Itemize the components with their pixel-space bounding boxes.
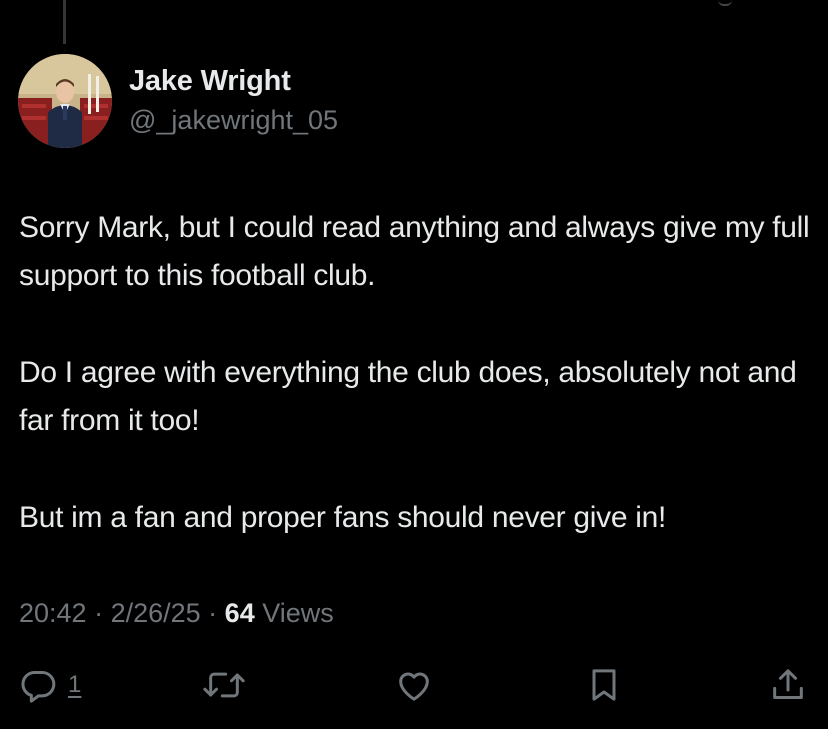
tweet-time[interactable]: 20:42 — [19, 598, 87, 628]
author-handle[interactable]: @_jakewright_05 — [129, 102, 338, 138]
author-info[interactable]: Jake Wright @_jakewright_05 — [129, 62, 338, 138]
bookmark-icon — [592, 669, 616, 701]
views-count: 64 — [224, 598, 255, 628]
avatar[interactable] — [18, 54, 112, 148]
reply-count: 1 — [68, 671, 82, 698]
tweet-date[interactable]: 2/26/25 — [111, 598, 201, 628]
tweet-text: Sorry Mark, but I could read anything an… — [19, 204, 819, 542]
meta-separator: · — [200, 598, 225, 628]
author-display-name[interactable]: Jake Wright — [129, 62, 338, 100]
retweet-icon — [203, 672, 245, 698]
views-label: Views — [262, 598, 334, 628]
avatar-photo — [18, 54, 112, 148]
meta-separator: · — [86, 598, 111, 628]
bookmark-button[interactable] — [584, 660, 624, 710]
tweet-paragraph: Do I agree with everything the club does… — [19, 356, 797, 437]
like-icon — [399, 672, 429, 701]
tweet-paragraph: Sorry Mark, but I could read anything an… — [19, 211, 810, 292]
share-icon — [773, 669, 803, 699]
reply-icon — [21, 671, 56, 703]
tweet-paragraph: But im a fan and proper fans should neve… — [19, 501, 667, 534]
thread-connector-line — [63, 0, 66, 44]
retweet-button[interactable] — [200, 660, 248, 710]
share-button[interactable] — [768, 660, 808, 710]
previous-tweet-icon-edge — [718, 0, 732, 6]
like-button[interactable] — [394, 660, 434, 710]
action-bar: 1 — [0, 660, 828, 710]
tweet-metadata: 20:42 · 2/26/25 · 64 Views — [19, 593, 334, 633]
reply-button[interactable]: 1 — [18, 660, 81, 710]
